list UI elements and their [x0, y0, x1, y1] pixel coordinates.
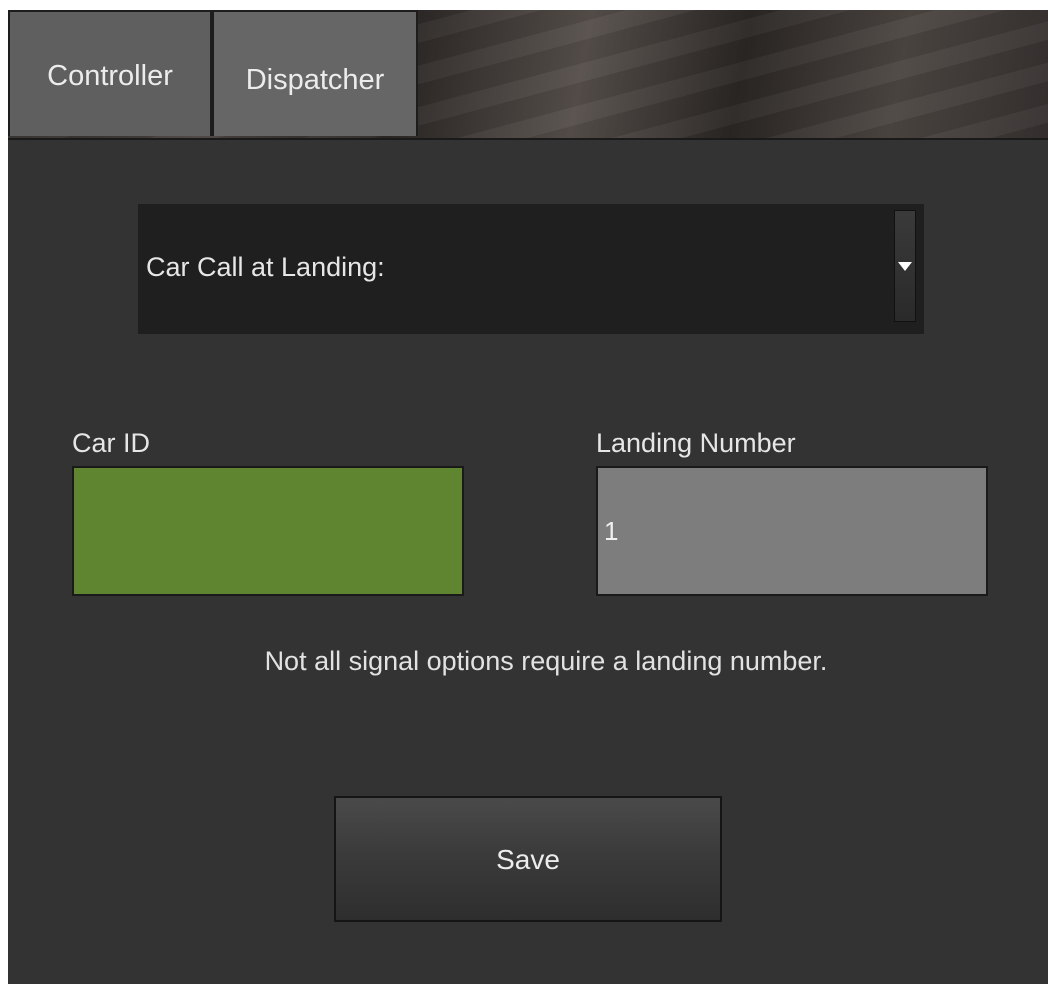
save-button-label: Save: [496, 844, 560, 875]
save-button[interactable]: Save: [334, 796, 722, 922]
signal-type-dropdown[interactable]: Car Call at Landing:: [138, 204, 924, 334]
signal-type-selected: Car Call at Landing:: [146, 252, 385, 282]
dispatcher-panel: Controller Dispatcher Car Call at Landin…: [8, 10, 1048, 984]
chevron-down-icon: [898, 262, 912, 271]
tab-dispatcher-label: Dispatcher: [245, 64, 385, 96]
tab-bar: Controller Dispatcher: [8, 10, 1048, 140]
landing-number-hint: Not all signal options require a landing…: [264, 646, 828, 676]
landing-number-label: Landing Number: [596, 428, 796, 458]
landing-number-input[interactable]: [598, 468, 986, 594]
car-id-input[interactable]: [74, 468, 462, 594]
car-id-label: Car ID: [72, 428, 151, 458]
car-id-field-box: [72, 466, 464, 596]
dropdown-scroll-handle[interactable]: [894, 210, 916, 322]
tab-controller-label: Controller: [47, 60, 173, 92]
landing-number-field-box: [596, 466, 988, 596]
tab-controller[interactable]: Controller: [8, 10, 212, 136]
tab-dispatcher[interactable]: Dispatcher: [212, 10, 418, 136]
